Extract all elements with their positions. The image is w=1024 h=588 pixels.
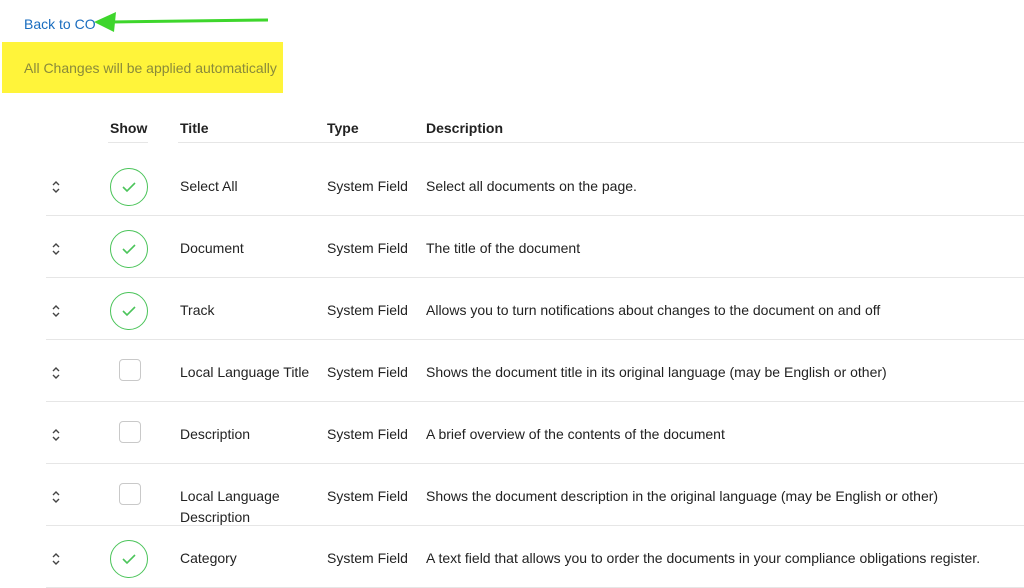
drag-sort-icon[interactable] (50, 552, 62, 566)
header-divider (108, 142, 148, 143)
table-row: Description System Field A brief overview … (0, 402, 1024, 464)
row-title: Select All (180, 178, 238, 194)
row-title: Track (180, 302, 215, 318)
table-row: Local Language Title System Field Shows th… (0, 340, 1024, 402)
row-type: System Field (327, 488, 408, 504)
table-row: Document System Field The title of the doc… (0, 216, 1024, 278)
drag-sort-icon[interactable] (50, 490, 62, 504)
show-toggle-checked[interactable] (110, 540, 148, 578)
show-toggle-checked[interactable] (110, 168, 148, 206)
row-type: System Field (327, 364, 408, 380)
drag-sort-icon[interactable] (50, 304, 62, 318)
checkmark-icon (122, 244, 136, 255)
row-description: The title of the document (426, 240, 581, 256)
show-toggle-unchecked[interactable] (119, 359, 141, 381)
checkmark-icon (122, 554, 136, 565)
drag-sort-icon[interactable] (50, 366, 62, 380)
row-title: Category (180, 550, 237, 566)
table-row: Track System Field Allows you to turn noti… (0, 278, 1024, 340)
row-type: System Field (327, 240, 408, 256)
auto-apply-notice: All Changes will be applied automaticall… (2, 42, 283, 93)
header-divider (178, 142, 1024, 143)
checkmark-icon (122, 182, 136, 193)
drag-sort-icon[interactable] (50, 428, 62, 442)
row-description: Shows the document description in the or… (426, 488, 939, 504)
row-title: Local Language Title (180, 364, 310, 380)
row-description: Select all documents on the page. (426, 178, 637, 194)
table-row: Select All System Field Select all documen… (0, 154, 1024, 216)
column-header-show: Show (110, 120, 148, 136)
row-description: A text field that allows you to order th… (426, 550, 981, 566)
show-toggle-checked[interactable] (110, 230, 148, 268)
row-type: System Field (327, 550, 408, 566)
row-title: Local Language Description (180, 488, 280, 525)
table-row: Category System Field A text field that al… (0, 526, 1024, 588)
column-header-description: Description (426, 120, 504, 136)
row-description: Shows the document title in its original… (426, 364, 887, 380)
table-row: Local Language Description System Field Sh… (0, 464, 1024, 526)
arrow-annotation-icon (94, 12, 269, 32)
back-to-co-link[interactable]: Back to CO (24, 16, 96, 32)
show-toggle-checked[interactable] (110, 292, 148, 330)
checkmark-icon (122, 306, 136, 317)
row-title: Description (180, 426, 251, 442)
row-type: System Field (327, 426, 408, 442)
show-toggle-unchecked[interactable] (119, 483, 141, 505)
row-type: System Field (327, 178, 408, 194)
row-type: System Field (327, 302, 408, 318)
row-description: Allows you to turn notifications about c… (426, 302, 881, 318)
column-header-title: Title (180, 120, 209, 136)
show-toggle-unchecked[interactable] (119, 421, 141, 443)
row-title: Document (180, 240, 244, 256)
row-description: A brief overview of the contents of the … (426, 426, 725, 442)
drag-sort-icon[interactable] (50, 180, 62, 194)
drag-sort-icon[interactable] (50, 242, 62, 256)
column-header-type: Type (327, 120, 359, 136)
notice-text: All Changes will be applied automaticall… (24, 59, 277, 76)
